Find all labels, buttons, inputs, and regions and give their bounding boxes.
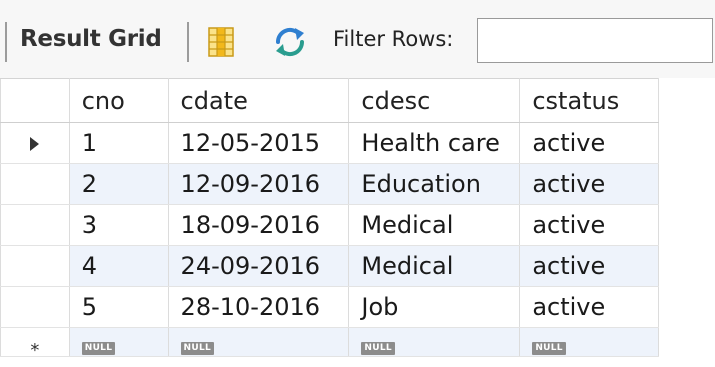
table-row[interactable]: 4 24-09-2016 Medical active: [0, 245, 715, 287]
cell-cdate[interactable]: 18-09-2016: [168, 204, 350, 246]
null-badge: NULL: [180, 342, 215, 355]
cell-cdate[interactable]: 24-09-2016: [168, 245, 350, 287]
filter-rows-input[interactable]: [477, 18, 713, 63]
table-row[interactable]: 5 28-10-2016 Job active: [0, 286, 715, 328]
cell-cdesc[interactable]: Health care: [348, 122, 521, 164]
row-marker-header: [0, 78, 70, 123]
cell-cdesc[interactable]: Medical: [348, 204, 521, 246]
cell-cno[interactable]: 3: [69, 204, 169, 246]
cell-cdate[interactable]: 28-10-2016: [168, 286, 350, 328]
cell-cstatus[interactable]: active: [519, 286, 660, 328]
cell-cdate[interactable]: NULL: [168, 327, 350, 357]
cell-cno[interactable]: 4: [69, 245, 169, 287]
column-header-cdesc[interactable]: cdesc: [348, 78, 521, 123]
table-row[interactable]: 3 18-09-2016 Medical active: [0, 204, 715, 246]
cell-cdesc[interactable]: Medical: [348, 245, 521, 287]
toolbar-separator: [5, 22, 7, 62]
column-header-cdate[interactable]: cdate: [168, 78, 350, 123]
new-row[interactable]: * NULL NULL NULL NULL: [0, 327, 715, 357]
row-marker[interactable]: [0, 286, 70, 328]
table-row[interactable]: 1 12-05-2015 Health care active: [0, 122, 715, 164]
cell-cdesc[interactable]: NULL: [348, 327, 521, 357]
null-badge: NULL: [361, 342, 395, 355]
current-row-marker[interactable]: [0, 122, 70, 164]
cell-cstatus[interactable]: NULL: [519, 327, 660, 357]
result-grid: cno cdate cdesc cstatus 1 12-05-2015 Hea…: [0, 78, 715, 367]
row-filler: [658, 204, 715, 246]
form-grid-icon[interactable]: [203, 24, 239, 60]
cell-cstatus[interactable]: active: [519, 163, 660, 205]
cell-cstatus[interactable]: active: [519, 122, 660, 164]
row-marker[interactable]: [0, 245, 70, 287]
table-row[interactable]: 2 12-09-2016 Education active: [0, 163, 715, 205]
cell-cdate[interactable]: 12-05-2015: [168, 122, 350, 164]
toolbar-separator: [187, 22, 189, 62]
column-header-cstatus[interactable]: cstatus: [519, 78, 660, 123]
cell-cdate[interactable]: 12-09-2016: [168, 163, 350, 205]
cell-cno[interactable]: 1: [69, 122, 169, 164]
header-filler: [658, 78, 715, 123]
row-filler: [658, 122, 715, 164]
cell-cno[interactable]: 5: [69, 286, 169, 328]
row-filler: [658, 286, 715, 328]
new-row-marker[interactable]: *: [0, 327, 70, 357]
asterisk-icon: *: [30, 340, 40, 357]
refresh-icon[interactable]: [270, 22, 310, 62]
null-badge: NULL: [81, 342, 116, 355]
cell-cstatus[interactable]: active: [519, 245, 660, 287]
column-header-cno[interactable]: cno: [69, 78, 169, 123]
row-filler: [658, 163, 715, 205]
row-marker[interactable]: [0, 204, 70, 246]
null-badge: NULL: [532, 342, 566, 355]
cell-cno[interactable]: 2: [69, 163, 169, 205]
result-toolbar: Result Grid Filter Rows:: [0, 0, 715, 78]
cell-cdesc[interactable]: Job: [348, 286, 521, 328]
header-row: cno cdate cdesc cstatus: [0, 78, 715, 123]
row-filler: [658, 245, 715, 287]
row-pointer-icon: [30, 137, 40, 151]
result-grid-label[interactable]: Result Grid: [20, 26, 162, 52]
cell-cstatus[interactable]: active: [519, 204, 660, 246]
cell-cno[interactable]: NULL: [69, 327, 169, 357]
cell-cdesc[interactable]: Education: [348, 163, 521, 205]
filter-rows-label: Filter Rows:: [333, 27, 454, 51]
result-table: cno cdate cdesc cstatus 1 12-05-2015 Hea…: [0, 78, 715, 357]
row-filler: [658, 327, 715, 357]
row-marker[interactable]: [0, 163, 70, 205]
